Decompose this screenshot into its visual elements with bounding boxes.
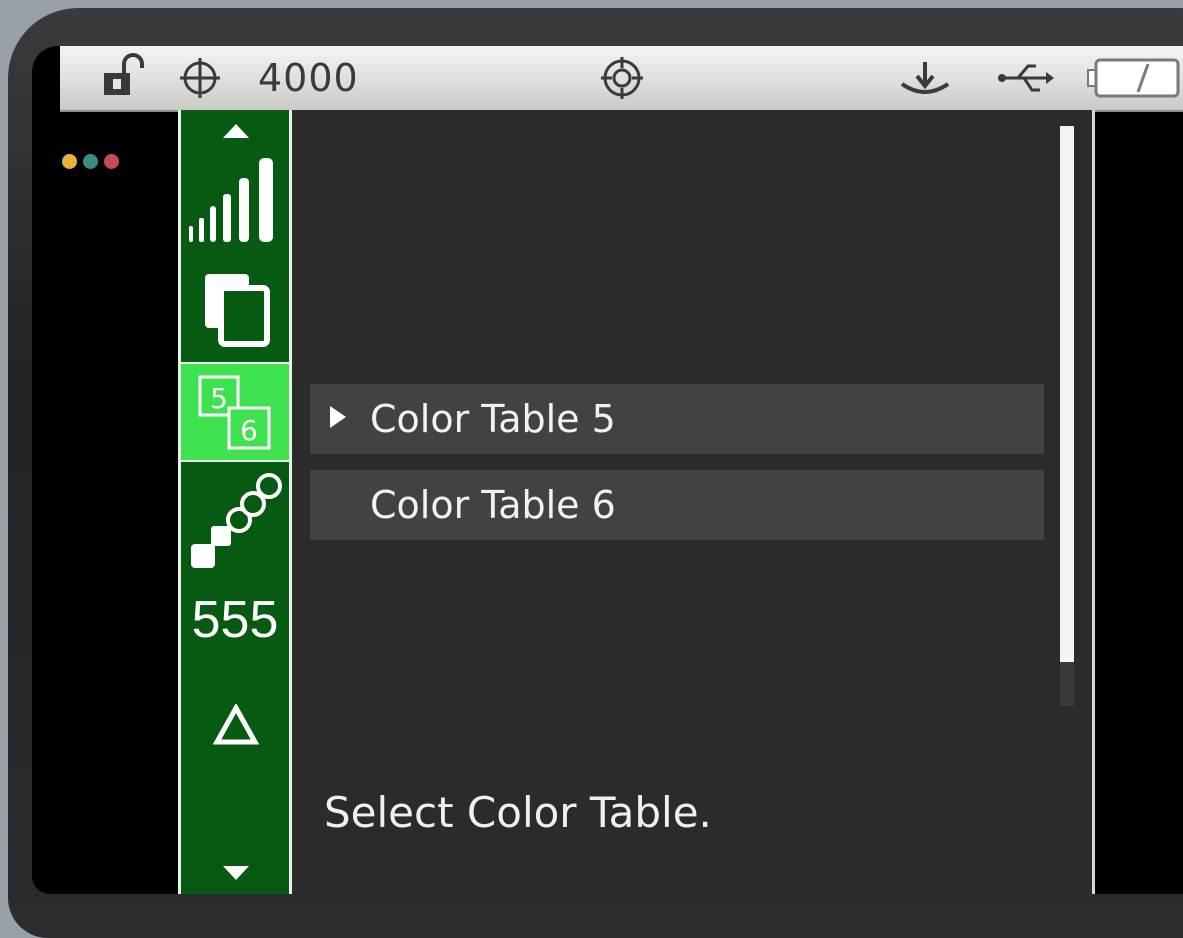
svg-text:5: 5: [210, 382, 228, 415]
menu-item-color-table-6[interactable]: Color Table 6: [310, 470, 1044, 540]
unlocked-padlock-icon[interactable]: [100, 46, 150, 110]
usb-icon[interactable]: [996, 46, 1056, 110]
anchor-icon[interactable]: [898, 46, 952, 110]
scroll-down-icon[interactable]: [219, 862, 253, 888]
indicator-dots: [62, 154, 119, 169]
copy-pages-icon[interactable]: [201, 270, 273, 354]
target-reticle-icon[interactable]: [598, 46, 646, 110]
status-bar: 4000: [60, 46, 1183, 112]
sidebar: 5 6 555: [178, 110, 292, 894]
indicator-dot: [62, 154, 77, 169]
selection-arrow-icon: [326, 400, 350, 438]
menu-item-label: Color Table 5: [370, 397, 616, 441]
device-screen: 4000 5 6 555 Color Table 5 Color Table 6…: [32, 46, 1183, 894]
menu-item-label: Color Table 6: [370, 483, 616, 527]
svg-text:6: 6: [240, 414, 258, 447]
scrollbar-track[interactable]: [1060, 126, 1074, 706]
sidebar-value-label: 555: [191, 591, 279, 649]
crosshair-icon[interactable]: [178, 46, 222, 110]
indicator-dot: [83, 154, 98, 169]
status-value: 4000: [258, 56, 359, 100]
delta-icon[interactable]: [212, 702, 260, 750]
hint-text: Select Color Table.: [324, 788, 712, 837]
content-right-border: [1092, 110, 1095, 894]
battery-icon: [1086, 46, 1182, 110]
scatter-squares-circles-icon[interactable]: [187, 470, 287, 578]
signal-bars-icon[interactable]: [187, 148, 285, 252]
scrollbar-thumb[interactable]: [1060, 126, 1074, 662]
scroll-up-icon[interactable]: [219, 120, 253, 146]
menu-panel: Color Table 5 Color Table 6 Select Color…: [292, 110, 1092, 894]
color-table-5-6-icon[interactable]: 5 6: [197, 374, 277, 458]
menu-item-color-table-5[interactable]: Color Table 5: [310, 384, 1044, 454]
indicator-dot: [104, 154, 119, 169]
